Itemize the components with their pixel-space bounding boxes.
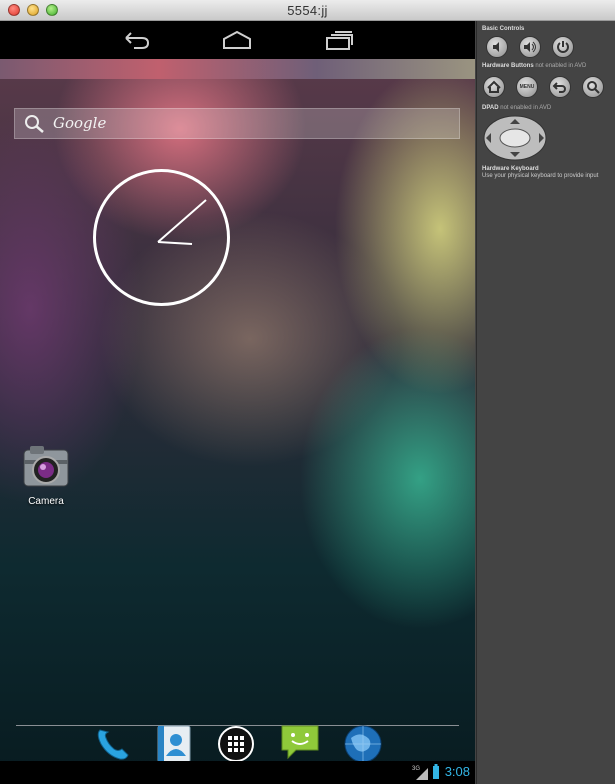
volume-up-icon [524,41,536,53]
contacts-icon[interactable] [154,724,194,764]
clock-hands [157,199,207,245]
emulator-window: 5554:jj Google Camera 3G 3:08 Basic Cont… [0,0,615,784]
device-screen: Google Camera 3G 3:08 [0,21,475,784]
search-icon [25,115,44,133]
window-title: 5554:jj [287,3,328,18]
messaging-icon[interactable] [280,722,320,762]
power-icon [557,41,569,53]
search-label: Google [53,114,107,132]
menu-label: MENU [519,84,535,90]
hw-menu-button[interactable]: MENU [516,76,538,98]
hw-home-button[interactable] [483,76,505,98]
status-bar: 3G 3:08 [0,761,475,784]
back-icon [552,82,566,93]
battery-icon [433,764,439,779]
camera-icon [23,446,69,487]
phone-icon[interactable] [92,724,132,764]
basic-controls-title: Basic Controls [482,26,525,32]
home-icon [487,80,501,93]
back-icon[interactable] [120,29,152,51]
browser-icon[interactable] [343,724,383,764]
home-icon[interactable] [221,29,253,51]
camera-label: Camera [28,496,64,507]
recent-apps-icon[interactable] [323,29,355,51]
camera-app-shortcut[interactable]: Camera [18,444,74,514]
volume-up-button[interactable] [519,36,541,58]
hardware-buttons-title: Hardware Buttons not enabled in AVD [482,63,587,69]
wallpaper-top-band [0,59,475,79]
emulator-controls-panel: Basic Controls Hardware Buttons not enab… [476,21,615,784]
home-wallpaper: Google Camera [0,59,475,784]
hardware-keyboard-note: Use your physical keyboard to provide in… [482,173,599,179]
navigation-bar [0,21,475,59]
dpad-control[interactable] [483,115,547,161]
power-button[interactable] [552,36,574,58]
signal-strength-icon: 3G [412,766,428,780]
search-icon [587,81,600,94]
network-type-label: 3G [412,766,420,772]
dpad-title: DPAD not enabled in AVD [482,105,552,111]
volume-down-button[interactable] [486,36,508,58]
title-bar[interactable]: 5554:jj [0,0,615,21]
google-search-bar[interactable]: Google [14,108,460,139]
all-apps-icon[interactable] [216,724,256,764]
analog-clock-widget[interactable] [93,169,230,306]
status-time: 3:08 [444,764,470,779]
hw-back-button[interactable] [549,76,571,98]
hardware-keyboard-title: Hardware Keyboard [482,166,539,172]
volume-down-icon [493,42,499,52]
hw-search-button[interactable] [582,76,604,98]
